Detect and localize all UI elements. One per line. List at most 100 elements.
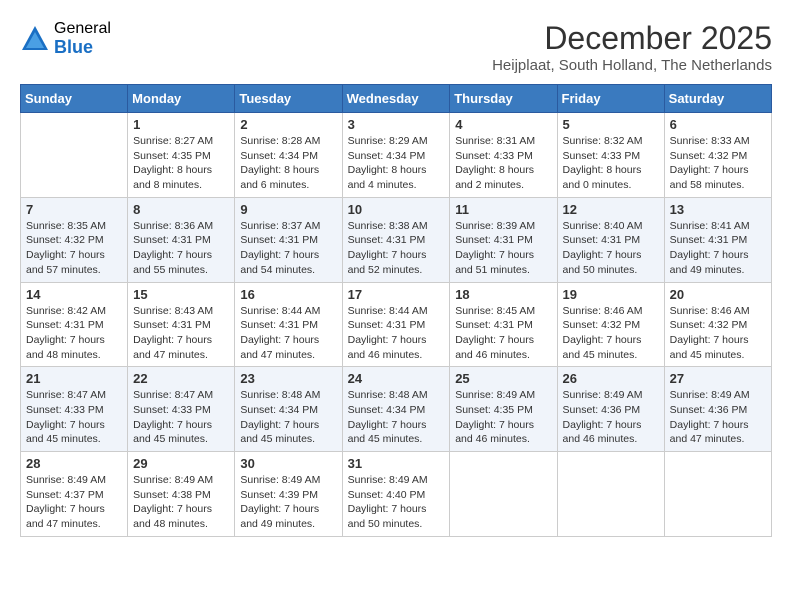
calendar-header-tuesday: Tuesday <box>235 85 342 113</box>
day-info: Sunrise: 8:44 AMSunset: 4:31 PMDaylight:… <box>240 304 336 363</box>
day-number: 17 <box>348 287 445 302</box>
day-number: 8 <box>133 202 229 217</box>
day-number: 18 <box>455 287 551 302</box>
day-info: Sunrise: 8:49 AMSunset: 4:36 PMDaylight:… <box>563 388 659 447</box>
day-info: Sunrise: 8:38 AMSunset: 4:31 PMDaylight:… <box>348 219 445 278</box>
calendar-day-cell: 8 Sunrise: 8:36 AMSunset: 4:31 PMDaylight… <box>128 197 235 282</box>
day-info: Sunrise: 8:27 AMSunset: 4:35 PMDaylight:… <box>133 134 229 193</box>
day-info: Sunrise: 8:41 AMSunset: 4:31 PMDaylight:… <box>670 219 766 278</box>
day-info: Sunrise: 8:49 AMSunset: 4:37 PMDaylight:… <box>26 473 122 532</box>
day-info: Sunrise: 8:28 AMSunset: 4:34 PMDaylight:… <box>240 134 336 193</box>
day-info: Sunrise: 8:43 AMSunset: 4:31 PMDaylight:… <box>133 304 229 363</box>
day-info: Sunrise: 8:46 AMSunset: 4:32 PMDaylight:… <box>670 304 766 363</box>
empty-cell <box>21 113 128 198</box>
calendar-day-cell: 20 Sunrise: 8:46 AMSunset: 4:32 PMDayligh… <box>664 282 771 367</box>
logo-general: General <box>54 20 111 38</box>
day-number: 4 <box>455 117 551 132</box>
empty-cell <box>664 452 771 537</box>
calendar-header-row: SundayMondayTuesdayWednesdayThursdayFrid… <box>21 85 772 113</box>
calendar-day-cell: 10 Sunrise: 8:38 AMSunset: 4:31 PMDayligh… <box>342 197 450 282</box>
day-info: Sunrise: 8:47 AMSunset: 4:33 PMDaylight:… <box>133 388 229 447</box>
calendar-day-cell: 22 Sunrise: 8:47 AMSunset: 4:33 PMDayligh… <box>128 367 235 452</box>
day-info: Sunrise: 8:49 AMSunset: 4:36 PMDaylight:… <box>670 388 766 447</box>
empty-cell <box>557 452 664 537</box>
calendar-day-cell: 31 Sunrise: 8:49 AMSunset: 4:40 PMDayligh… <box>342 452 450 537</box>
logo-blue: Blue <box>54 38 111 58</box>
calendar-day-cell: 25 Sunrise: 8:49 AMSunset: 4:35 PMDayligh… <box>450 367 557 452</box>
day-info: Sunrise: 8:31 AMSunset: 4:33 PMDaylight:… <box>455 134 551 193</box>
day-number: 25 <box>455 371 551 386</box>
day-info: Sunrise: 8:46 AMSunset: 4:32 PMDaylight:… <box>563 304 659 363</box>
calendar-day-cell: 2 Sunrise: 8:28 AMSunset: 4:34 PMDaylight… <box>235 113 342 198</box>
day-info: Sunrise: 8:48 AMSunset: 4:34 PMDaylight:… <box>348 388 445 447</box>
day-number: 14 <box>26 287 122 302</box>
day-number: 11 <box>455 202 551 217</box>
calendar-day-cell: 26 Sunrise: 8:49 AMSunset: 4:36 PMDayligh… <box>557 367 664 452</box>
day-number: 5 <box>563 117 659 132</box>
title-section: December 2025 Heijplaat, South Holland, … <box>492 20 772 74</box>
calendar-week-row: 1Sunrise: 8:27 AMSunset: 4:35 PMDaylight… <box>21 113 772 198</box>
calendar-day-cell: 27 Sunrise: 8:49 AMSunset: 4:36 PMDayligh… <box>664 367 771 452</box>
calendar-day-cell: 15 Sunrise: 8:43 AMSunset: 4:31 PMDayligh… <box>128 282 235 367</box>
day-info: Sunrise: 8:49 AMSunset: 4:35 PMDaylight:… <box>455 388 551 447</box>
day-info: Sunrise: 8:49 AMSunset: 4:39 PMDaylight:… <box>240 473 336 532</box>
day-info: Sunrise: 8:42 AMSunset: 4:31 PMDaylight:… <box>26 304 122 363</box>
day-info: Sunrise: 8:49 AMSunset: 4:38 PMDaylight:… <box>133 473 229 532</box>
day-number: 19 <box>563 287 659 302</box>
day-info: Sunrise: 8:49 AMSunset: 4:40 PMDaylight:… <box>348 473 445 532</box>
day-number: 15 <box>133 287 229 302</box>
location: Heijplaat, South Holland, The Netherland… <box>492 57 772 74</box>
calendar-week-row: 21 Sunrise: 8:47 AMSunset: 4:33 PMDayligh… <box>21 367 772 452</box>
day-info: Sunrise: 8:35 AMSunset: 4:32 PMDaylight:… <box>26 219 122 278</box>
day-number: 22 <box>133 371 229 386</box>
calendar-day-cell: 28Sunrise: 8:49 AMSunset: 4:37 PMDayligh… <box>21 452 128 537</box>
day-number: 30 <box>240 456 336 471</box>
calendar-header-sunday: Sunday <box>21 85 128 113</box>
calendar-week-row: 7 Sunrise: 8:35 AMSunset: 4:32 PMDaylight… <box>21 197 772 282</box>
day-number: 9 <box>240 202 336 217</box>
calendar-day-cell: 21 Sunrise: 8:47 AMSunset: 4:33 PMDayligh… <box>21 367 128 452</box>
calendar-day-cell: 17 Sunrise: 8:44 AMSunset: 4:31 PMDayligh… <box>342 282 450 367</box>
calendar-header-saturday: Saturday <box>664 85 771 113</box>
calendar-header-wednesday: Wednesday <box>342 85 450 113</box>
day-number: 24 <box>348 371 445 386</box>
day-info: Sunrise: 8:48 AMSunset: 4:34 PMDaylight:… <box>240 388 336 447</box>
day-number: 3 <box>348 117 445 132</box>
day-info: Sunrise: 8:47 AMSunset: 4:33 PMDaylight:… <box>26 388 122 447</box>
day-info: Sunrise: 8:44 AMSunset: 4:31 PMDaylight:… <box>348 304 445 363</box>
calendar-day-cell: 19 Sunrise: 8:46 AMSunset: 4:32 PMDayligh… <box>557 282 664 367</box>
day-number: 31 <box>348 456 445 471</box>
calendar-day-cell: 11 Sunrise: 8:39 AMSunset: 4:31 PMDayligh… <box>450 197 557 282</box>
calendar-header-monday: Monday <box>128 85 235 113</box>
day-info: Sunrise: 8:45 AMSunset: 4:31 PMDaylight:… <box>455 304 551 363</box>
day-number: 6 <box>670 117 766 132</box>
day-number: 7 <box>26 202 122 217</box>
calendar-day-cell: 12Sunrise: 8:40 AMSunset: 4:31 PMDayligh… <box>557 197 664 282</box>
calendar-day-cell: 29Sunrise: 8:49 AMSunset: 4:38 PMDayligh… <box>128 452 235 537</box>
logo-text: General Blue <box>54 20 111 57</box>
calendar-day-cell: 24 Sunrise: 8:48 AMSunset: 4:34 PMDayligh… <box>342 367 450 452</box>
calendar-day-cell: 3Sunrise: 8:29 AMSunset: 4:34 PMDaylight… <box>342 113 450 198</box>
calendar-day-cell: 13 Sunrise: 8:41 AMSunset: 4:31 PMDayligh… <box>664 197 771 282</box>
day-number: 27 <box>670 371 766 386</box>
day-number: 10 <box>348 202 445 217</box>
day-info: Sunrise: 8:40 AMSunset: 4:31 PMDaylight:… <box>563 219 659 278</box>
calendar-day-cell: 1Sunrise: 8:27 AMSunset: 4:35 PMDaylight… <box>128 113 235 198</box>
day-number: 20 <box>670 287 766 302</box>
day-number: 13 <box>670 202 766 217</box>
day-number: 26 <box>563 371 659 386</box>
day-number: 23 <box>240 371 336 386</box>
page-header: General Blue December 2025 Heijplaat, So… <box>20 20 772 74</box>
calendar-week-row: 28Sunrise: 8:49 AMSunset: 4:37 PMDayligh… <box>21 452 772 537</box>
day-info: Sunrise: 8:36 AMSunset: 4:31 PMDaylight:… <box>133 219 229 278</box>
logo-icon <box>20 24 50 54</box>
calendar-day-cell: 6Sunrise: 8:33 AMSunset: 4:32 PMDaylight… <box>664 113 771 198</box>
day-info: Sunrise: 8:39 AMSunset: 4:31 PMDaylight:… <box>455 219 551 278</box>
day-number: 21 <box>26 371 122 386</box>
calendar-day-cell: 18 Sunrise: 8:45 AMSunset: 4:31 PMDayligh… <box>450 282 557 367</box>
month-year: December 2025 <box>492 20 772 57</box>
day-number: 16 <box>240 287 336 302</box>
calendar-header-friday: Friday <box>557 85 664 113</box>
day-info: Sunrise: 8:37 AMSunset: 4:31 PMDaylight:… <box>240 219 336 278</box>
day-number: 2 <box>240 117 336 132</box>
